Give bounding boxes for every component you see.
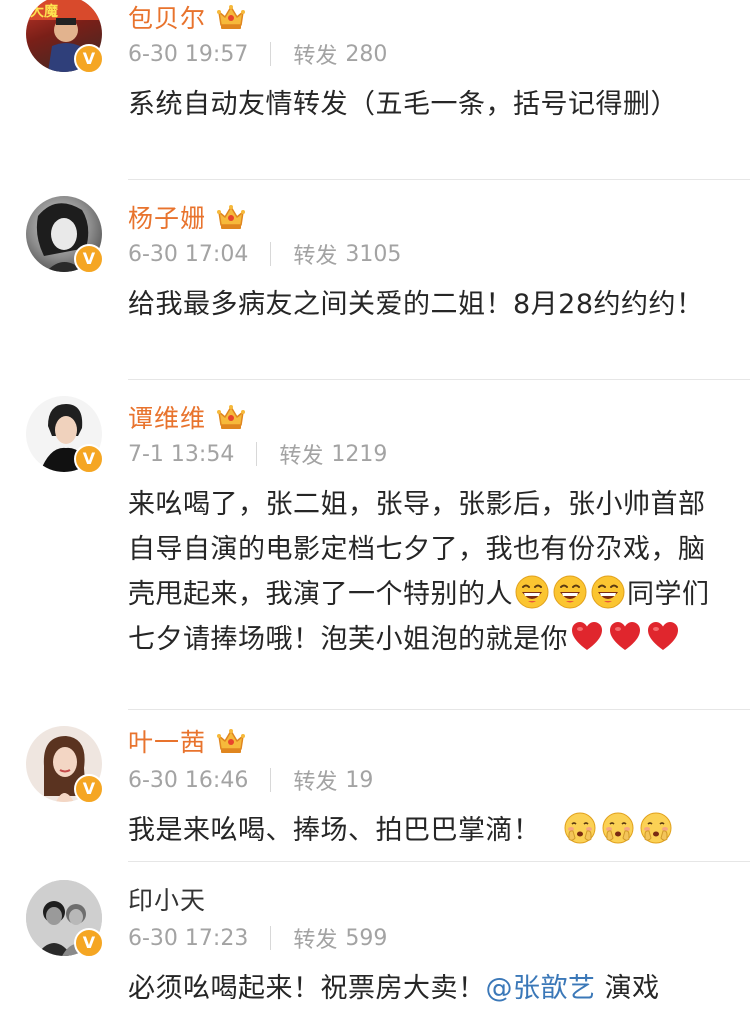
verified-badge-icon: V [74,44,104,74]
post-text-part: 演戏 [595,973,660,1004]
verified-badge-icon: V [74,774,104,804]
post-date: 6-30 19:57 [128,41,249,67]
repost-count: 599 [345,925,388,951]
hands-over-face-emoji-icon [601,811,635,845]
username[interactable]: 杨子姗 [128,199,206,235]
post-text: 给我最多病友之间关爱的二姐！8月28约约约！ [128,289,704,320]
repost-count: 19 [345,767,374,793]
meta-divider [256,442,258,466]
verified-badge-icon: V [74,444,104,474]
red-heart-emoji-icon [570,620,604,654]
post-item: V 谭维维 7-1 13:54 转发 1219 来吆喝了，张二姐，张导，张影后，… [0,380,750,710]
username[interactable]: 叶一茜 [128,723,206,759]
post-date: 6-30 17:04 [128,241,249,267]
post-item: V 印小天 6-30 17:23 转发 599 必须吆喝起来！祝票房大卖！@张歆… [0,862,750,1022]
post-item: V 杨子姗 6-30 17:04 转发 3105 给我最多病友之间关爱的二姐！8… [0,180,750,380]
username[interactable]: 谭维维 [128,399,206,435]
red-heart-emoji-icon [608,620,642,654]
post-text: 必须吆喝起来！祝票房大卖！@张歆艺 演戏 [128,966,728,1011]
verified-badge-icon: V [74,244,104,274]
comment-feed: 大魔 V 包贝尔 6-30 19:57 转发 280 系统自动友情转发（五毛一条… [0,0,750,1022]
repost-label[interactable]: 转发 [293,922,337,954]
verified-badge-icon: V [74,928,104,958]
post-text: 我是来吆喝、捧场、拍巴巴掌滴！ [128,808,728,853]
repost-label[interactable]: 转发 [279,438,323,470]
post-text-part: 我是来吆喝、捧场、拍巴巴掌滴！ [128,815,541,846]
post-text: 系统自动友情转发（五毛一条，括号记得删） [128,89,678,120]
avatar[interactable]: V [26,880,104,958]
post-text: 来吆喝了，张二姐，张导，张影后，张小帅首部自导自演的电影定档七夕了，我也有份尕戏… [128,482,718,662]
vip-crown-icon [216,203,246,231]
red-heart-emoji-icon [646,620,680,654]
meta-divider [270,926,272,950]
meta-divider [270,768,272,792]
vip-crown-icon [216,727,246,755]
grinning-face-emoji-icon [515,575,549,609]
vip-crown-icon [216,403,246,431]
avatar[interactable]: V [26,196,104,274]
meta-divider [270,242,272,266]
meta-divider [270,42,272,66]
post-date: 7-1 13:54 [128,441,235,467]
vip-crown-icon [216,3,246,31]
avatar[interactable]: V [26,396,104,474]
post-date: 6-30 17:23 [128,925,249,951]
post-date: 6-30 16:46 [128,767,249,793]
mention-link[interactable]: @张歆艺 [486,973,596,1004]
repost-count: 3105 [345,241,402,267]
repost-label[interactable]: 转发 [293,764,337,796]
hands-over-face-emoji-icon [639,811,673,845]
repost-label[interactable]: 转发 [293,38,337,70]
username[interactable]: 包贝尔 [128,0,206,35]
repost-count: 280 [345,41,388,67]
grinning-face-emoji-icon [591,575,625,609]
hands-over-face-emoji-icon [563,811,597,845]
avatar[interactable]: V [26,726,104,804]
repost-count: 1219 [331,441,388,467]
username[interactable]: 印小天 [128,881,206,917]
repost-label[interactable]: 转发 [293,238,337,270]
svg-text:大魔: 大魔 [30,3,59,20]
post-item: 大魔 V 包贝尔 6-30 19:57 转发 280 系统自动友情转发（五毛一条… [0,0,750,180]
post-text-part: 必须吆喝起来！祝票房大卖！ [128,973,486,1004]
avatar[interactable]: 大魔 V [26,0,104,74]
grinning-face-emoji-icon [553,575,587,609]
post-item: V 叶一茜 6-30 16:46 转发 19 我是来吆喝、捧场、拍巴巴掌滴！ [0,710,750,862]
